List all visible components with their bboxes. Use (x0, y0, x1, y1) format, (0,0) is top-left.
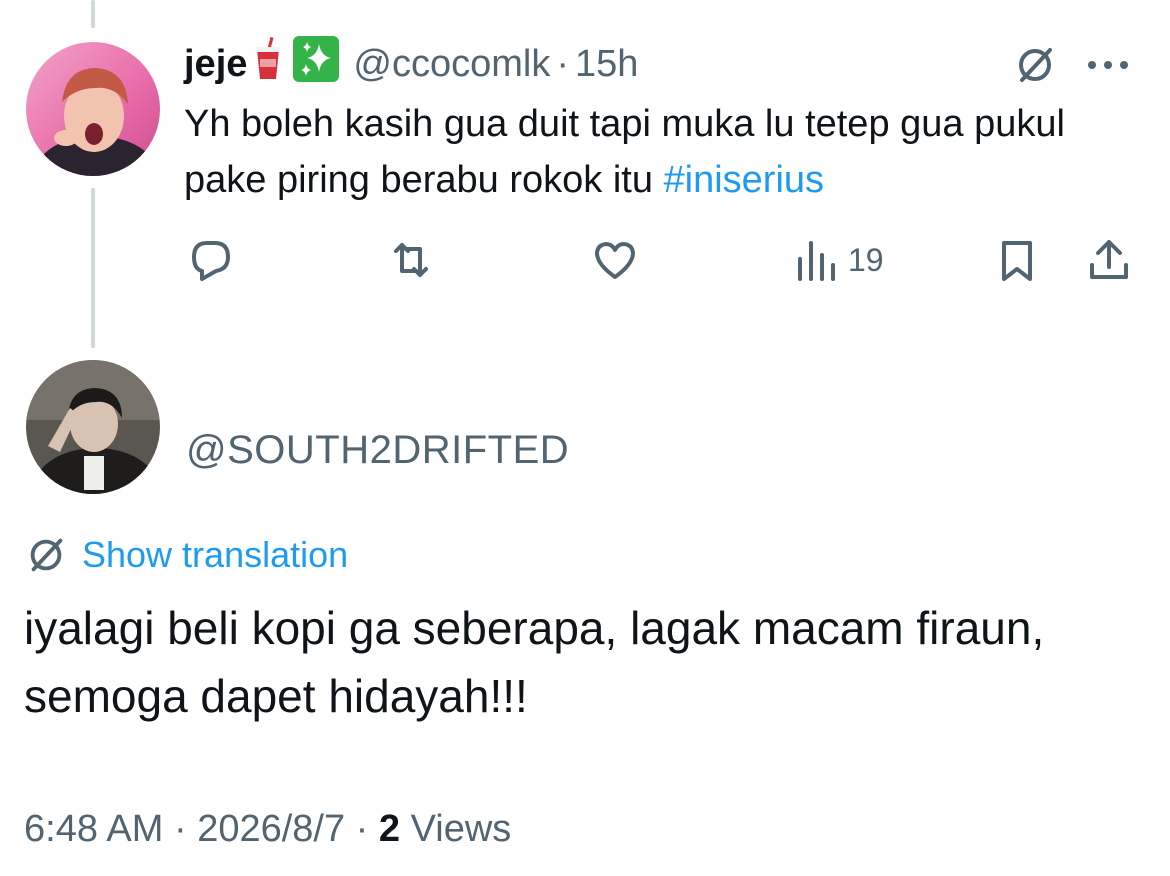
main-tweet-text: iyalagi beli kopi ga seberapa, lagak mac… (24, 602, 1045, 722)
reply-top-icons (1012, 42, 1132, 88)
views-label: Views (400, 808, 512, 850)
more-icon[interactable] (1084, 55, 1132, 75)
reply-text: Yh boleh kasih gua duit tapi muka lu tet… (184, 96, 1144, 208)
views-button[interactable]: 19 (794, 232, 884, 288)
reply-handle[interactable]: @ccocomlk (353, 43, 550, 86)
reply-icon (192, 241, 230, 281)
separator-dot: · (556, 42, 569, 85)
reply-header: jeje @ccocomlk · 15h (184, 36, 638, 92)
main-avatar[interactable] (26, 360, 160, 494)
reply-button[interactable] (188, 232, 234, 288)
main-handle[interactable]: @SOUTH2DRIFTED (186, 428, 569, 473)
bookmark-button[interactable] (994, 232, 1040, 288)
reply-avatar[interactable] (26, 42, 160, 176)
tweet-date[interactable]: 2026/8/7 (197, 808, 345, 850)
hashtag-link[interactable]: #iniserius (664, 159, 825, 201)
reply-display-name[interactable]: jeje (184, 43, 247, 86)
reply-action-bar: 19 (184, 232, 1144, 288)
share-button[interactable] (1086, 232, 1132, 288)
views-number[interactable]: 2 (379, 808, 400, 850)
share-icon (1090, 240, 1128, 279)
show-translation[interactable]: Show translation (24, 530, 348, 580)
show-translation-link[interactable]: Show translation (82, 534, 348, 576)
like-button[interactable] (592, 232, 638, 288)
reply-time[interactable]: 15h (575, 43, 638, 86)
thread-line (91, 188, 95, 348)
thread-line-top (91, 0, 95, 28)
grok-icon[interactable] (1012, 42, 1058, 88)
tweet-time[interactable]: 6:48 AM (24, 808, 163, 850)
views-icon (798, 241, 835, 281)
retweet-button[interactable] (388, 232, 434, 288)
translate-icon (30, 538, 63, 572)
views-count: 19 (848, 241, 884, 278)
sparkles-icon (293, 36, 340, 92)
meta-separator: · (345, 808, 379, 850)
like-icon (595, 242, 635, 279)
tweet-meta: 6:48 AM · 2026/8/7 · 2 Views (24, 808, 511, 851)
main-avatar-image (26, 360, 160, 494)
bookmark-icon (1002, 241, 1032, 281)
retweet-icon (394, 243, 428, 277)
reply-avatar-image (26, 42, 160, 176)
reply-text-body: Yh boleh kasih gua duit tapi muka lu tet… (184, 103, 1065, 201)
meta-separator: · (163, 808, 198, 850)
cup-with-straw-icon (255, 36, 281, 91)
